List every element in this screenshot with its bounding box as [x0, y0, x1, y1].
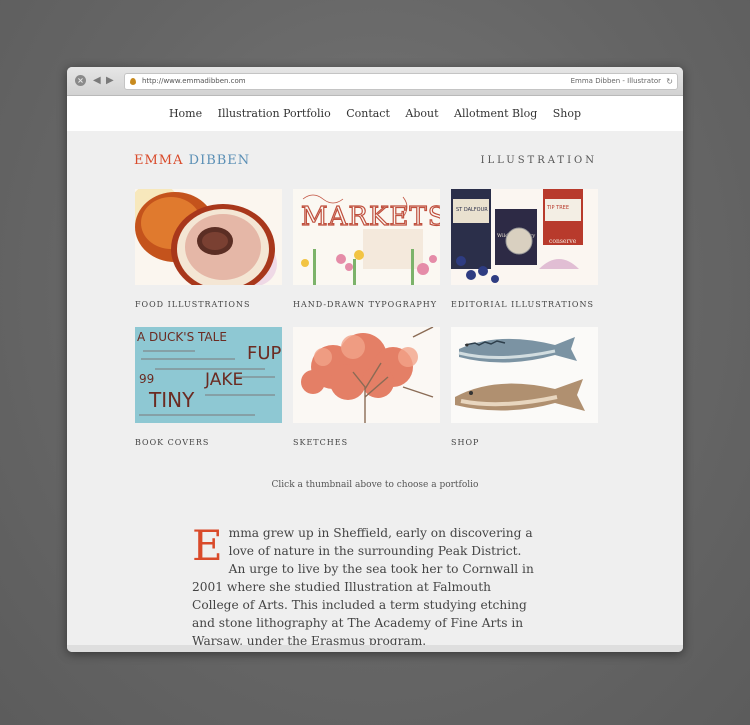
- favicon-icon: [130, 78, 136, 85]
- reload-icon[interactable]: ↻: [666, 74, 673, 89]
- editorial-art-text-4: conserve: [549, 238, 577, 245]
- typography-thumbnail[interactable]: MARKETS: [293, 189, 440, 285]
- tile-book-covers[interactable]: A DUCK'S TALE FUP 99 JAKE TINY BOOK COVE…: [135, 327, 282, 448]
- main-nav: Home Illustration Portfolio Contact Abou…: [67, 96, 683, 131]
- book-art-text-5: TINY: [148, 388, 195, 412]
- logo-first: EMMA: [134, 153, 184, 168]
- portfolio-hint: Click a thumbnail above to choose a port…: [271, 480, 479, 490]
- tile-label[interactable]: FOOD ILLUSTRATIONS: [135, 300, 282, 310]
- editorial-thumbnail[interactable]: ST DALFOUR Wild Blueberry TIP TREE conse…: [451, 189, 598, 285]
- tile-shop[interactable]: SHOP: [451, 327, 598, 448]
- book-art-text-3: 99: [139, 372, 154, 386]
- address-bar[interactable]: http://www.emmadibben.com Emma Dibben - …: [124, 73, 678, 90]
- bio-paragraph: E mma grew up in Sheffield, early on dis…: [192, 524, 537, 650]
- browser-window: × ◀ ▶ http://www.emmadibben.com Emma Dib…: [67, 67, 683, 652]
- book-art-text-4: JAKE: [204, 370, 243, 390]
- bio-text: mma grew up in Sheffield, early on disco…: [192, 526, 534, 648]
- nav-home[interactable]: Home: [169, 107, 202, 120]
- close-icon[interactable]: ×: [75, 75, 86, 86]
- logo-second: DIBBEN: [188, 153, 251, 168]
- book-covers-thumbnail[interactable]: A DUCK'S TALE FUP 99 JAKE TINY: [135, 327, 282, 423]
- browser-toolbar: × ◀ ▶ http://www.emmadibben.com Emma Dib…: [67, 67, 683, 96]
- editorial-art-text-3: TIP TREE: [546, 205, 569, 211]
- markets-art-text: MARKETS: [301, 202, 440, 232]
- nav-contact[interactable]: Contact: [346, 107, 390, 120]
- tile-label[interactable]: SHOP: [451, 438, 598, 448]
- tile-sketches[interactable]: SKETCHES: [293, 327, 440, 448]
- tile-hand-drawn-typography[interactable]: MARKETS HAND-DRAWN TYPOGRAPHY: [293, 189, 440, 310]
- nav-allotment-blog[interactable]: Allotment Blog: [454, 107, 537, 120]
- nav-about[interactable]: About: [405, 107, 438, 120]
- tile-label[interactable]: SKETCHES: [293, 438, 440, 448]
- url-text[interactable]: http://www.emmadibben.com: [142, 74, 246, 89]
- page-content: EMMA DIBBEN ILLUSTRATION FOOD ILLUSTRATI…: [67, 131, 683, 652]
- page-title-text: Emma Dibben - Illustrator: [570, 77, 661, 85]
- dropcap: E: [192, 521, 223, 570]
- tile-food-illustrations[interactable]: FOOD ILLUSTRATIONS: [135, 189, 282, 310]
- nav-shop[interactable]: Shop: [553, 107, 581, 120]
- tile-label[interactable]: EDITORIAL ILLUSTRATIONS: [451, 300, 598, 310]
- tile-label[interactable]: BOOK COVERS: [135, 438, 282, 448]
- tile-editorial-illustrations[interactable]: ST DALFOUR Wild Blueberry TIP TREE conse…: [451, 189, 598, 310]
- nav-illustration-portfolio[interactable]: Illustration Portfolio: [218, 107, 331, 120]
- site-logo[interactable]: EMMA DIBBEN: [134, 154, 250, 168]
- book-art-text-1: A DUCK'S TALE: [137, 330, 227, 344]
- editorial-art-text-1: ST DALFOUR: [456, 207, 488, 213]
- sketches-thumbnail[interactable]: [293, 327, 440, 423]
- section-title: ILLUSTRATION: [480, 155, 597, 166]
- tile-label[interactable]: HAND-DRAWN TYPOGRAPHY: [293, 300, 440, 310]
- scroll-edge: [67, 645, 683, 652]
- shop-thumbnail[interactable]: [451, 327, 598, 423]
- book-art-text-2: FUP: [247, 343, 282, 364]
- back-arrow-icon[interactable]: ◀: [93, 74, 101, 87]
- food-illustration-thumbnail[interactable]: [135, 189, 282, 285]
- forward-arrow-icon[interactable]: ▶: [106, 74, 114, 87]
